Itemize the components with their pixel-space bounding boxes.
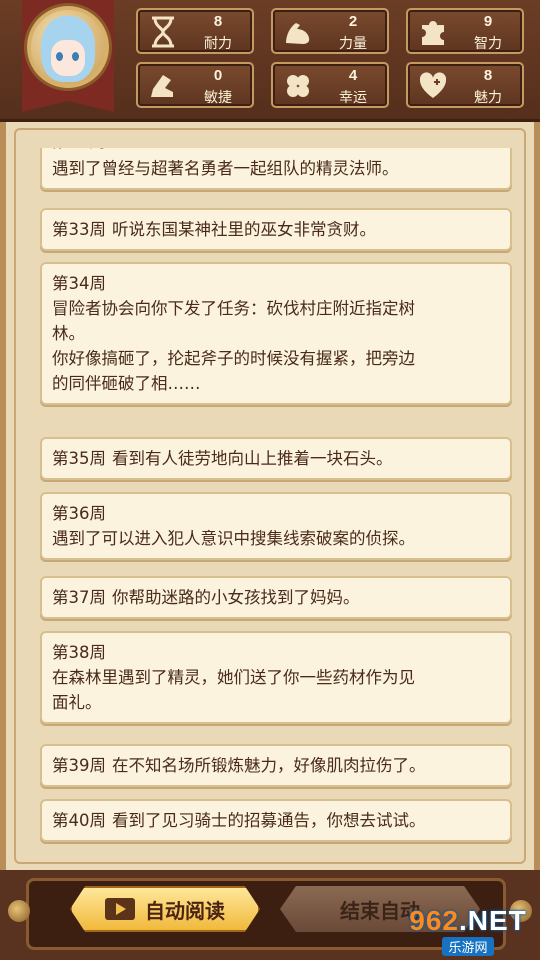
stat-agility[interactable]: 0 敏捷 bbox=[136, 62, 254, 108]
log-entry: 第32周 遇到了曾经与超著名勇者一起组队的精灵法师。 bbox=[40, 148, 512, 190]
log-entry-week: 第32周 bbox=[52, 148, 500, 156]
puzzle-piece-icon bbox=[416, 15, 450, 49]
log-entry-week: 第39周 bbox=[52, 756, 106, 775]
log-entry: 第37周 你帮助迷路的小女孩找到了妈妈。 bbox=[40, 576, 512, 619]
stat-value: 4 bbox=[348, 67, 358, 84]
log-entry: 第38周 在森林里遇到了精灵，她们送了你一些药材作为见 面礼。 bbox=[40, 631, 512, 724]
stat-stamina[interactable]: 8 耐力 bbox=[136, 8, 254, 54]
log-entry-text: 的同伴砸破了相…… bbox=[52, 374, 201, 393]
event-log-panel: 第32周 遇到了曾经与超著名勇者一起组队的精灵法师。 第33周听说东国某神社里的… bbox=[0, 122, 540, 870]
stat-value: 9 bbox=[483, 13, 493, 30]
log-entry-week: 第38周 bbox=[52, 643, 106, 662]
log-entry-week: 第36周 bbox=[52, 504, 106, 523]
watermark-logo: 962.NET bbox=[409, 904, 527, 936]
stat-luck[interactable]: 4 幸运 bbox=[271, 62, 389, 108]
boot-icon bbox=[146, 69, 180, 103]
log-entry-text: 遇到了可以进入犯人意识中搜集线索破案的侦探。 bbox=[52, 529, 415, 548]
log-entry-text: 看到了见习骑士的招募通告，你想去试试。 bbox=[112, 811, 426, 830]
log-entry-week: 第34周 bbox=[52, 274, 106, 293]
log-entry-text: 你好像搞砸了，抡起斧子的时候没有握紧，把旁边 bbox=[52, 349, 415, 368]
avatar[interactable] bbox=[27, 6, 109, 88]
log-entry-text: 在森林里遇到了精灵，她们送了你一些药材作为见 bbox=[52, 668, 415, 687]
log-entry: 第36周 遇到了可以进入犯人意识中搜集线索破案的侦探。 bbox=[40, 492, 512, 560]
left-knob-ornament bbox=[8, 900, 30, 922]
footer-bar: 自动阅读 结束自动 962.NET 乐游网 bbox=[0, 870, 540, 960]
log-entry: 第34周 冒险者协会向你下发了任务：砍伐村庄附近指定树 林。 你好像搞砸了，抡起… bbox=[40, 262, 512, 405]
auto-read-button[interactable]: 自动阅读 bbox=[70, 886, 260, 932]
stat-label: 幸运 bbox=[339, 89, 367, 105]
stat-label: 力量 bbox=[339, 35, 367, 51]
stat-label: 智力 bbox=[474, 35, 502, 51]
log-entry-week: 第35周 bbox=[52, 449, 106, 468]
heart-plus-icon bbox=[416, 69, 450, 103]
log-entry: 第35周 看到有人徒劳地向山上推着一块石头。 bbox=[40, 437, 512, 480]
hourglass-icon bbox=[146, 15, 180, 49]
stat-value: 0 bbox=[213, 67, 223, 84]
stats-header: 8 耐力 2 力量 9 智力 0 敏捷 4 幸运 8 魅力 bbox=[0, 0, 540, 122]
stat-value: 2 bbox=[348, 13, 358, 30]
log-entry-week: 第37周 bbox=[52, 588, 106, 607]
stat-charm[interactable]: 8 魅力 bbox=[406, 62, 524, 108]
muscle-arm-icon bbox=[281, 15, 315, 49]
auto-read-label: 自动阅读 bbox=[145, 898, 225, 923]
log-entry-text: 听说东国某神社里的巫女非常贪财。 bbox=[112, 220, 376, 239]
avatar-right-eye bbox=[72, 52, 79, 61]
log-entry-text: 看到有人徒劳地向山上推着一块石头。 bbox=[112, 449, 393, 468]
log-entry: 第39周 在不知名场所锻炼魅力，好像肌肉拉伤了。 bbox=[40, 744, 512, 787]
event-log-scroll[interactable]: 第32周 遇到了曾经与超著名勇者一起组队的精灵法师。 第33周听说东国某神社里的… bbox=[40, 148, 512, 868]
stat-label: 耐力 bbox=[204, 35, 232, 51]
log-entry-week: 第40周 bbox=[52, 811, 106, 830]
stat-value: 8 bbox=[213, 13, 223, 30]
video-play-icon bbox=[105, 898, 135, 920]
four-leaf-clover-icon bbox=[281, 69, 315, 103]
log-entry: 第40周 看到了见习骑士的招募通告，你想去试试。 bbox=[40, 799, 512, 842]
log-entry-text: 在不知名场所锻炼魅力，好像肌肉拉伤了。 bbox=[112, 756, 426, 775]
log-entry-text: 面礼。 bbox=[52, 693, 102, 712]
log-entry-text: 你帮助迷路的小女孩找到了妈妈。 bbox=[112, 588, 360, 607]
log-entry-text: 林。 bbox=[52, 324, 85, 343]
log-entry-week: 第33周 bbox=[52, 220, 106, 239]
stat-intelligence[interactable]: 9 智力 bbox=[406, 8, 524, 54]
log-entry: 第33周 听说东国某神社里的巫女非常贪财。 bbox=[40, 208, 512, 251]
log-entry-text: 遇到了曾经与超著名勇者一起组队的精灵法师。 bbox=[52, 159, 399, 178]
avatar-left-eye bbox=[56, 52, 63, 61]
stat-strength[interactable]: 2 力量 bbox=[271, 8, 389, 54]
watermark-text: 乐游网 bbox=[442, 936, 494, 956]
log-entry-text: 冒险者协会向你下发了任务：砍伐村庄附近指定树 bbox=[52, 299, 415, 318]
site-watermark: 962.NET 乐游网 bbox=[402, 904, 534, 956]
stat-label: 敏捷 bbox=[204, 89, 232, 105]
stat-label: 魅力 bbox=[474, 89, 502, 105]
stat-value: 8 bbox=[483, 67, 493, 84]
